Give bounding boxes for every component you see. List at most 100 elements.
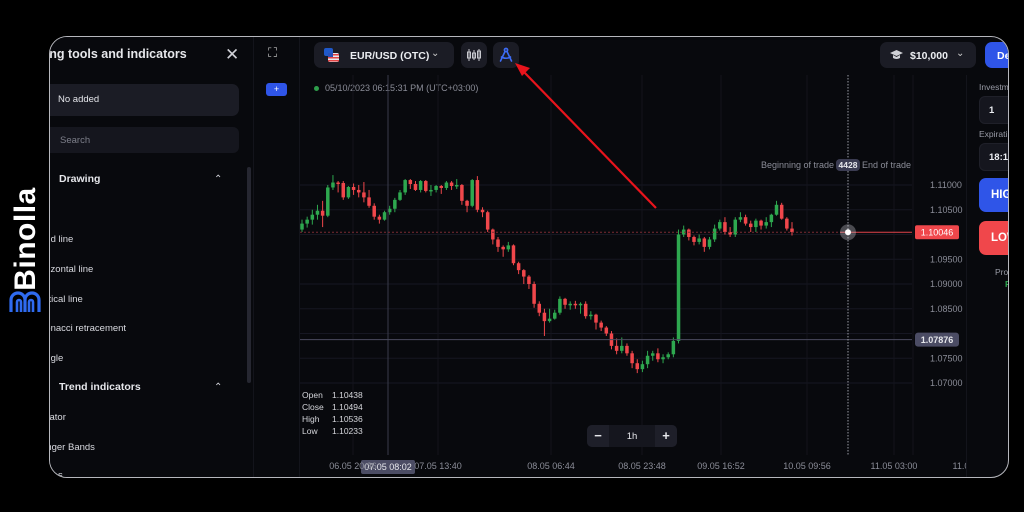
current-price-marker-dot [845,229,851,236]
candle-body [712,228,717,240]
drawing-tools-button[interactable] [493,42,519,68]
investment-input[interactable]: 1 [979,96,1008,124]
candle-body [439,185,444,188]
sidebar-scrollbar[interactable] [247,167,251,383]
candle [346,185,351,199]
candle [578,302,583,314]
indicators-sidebar: wing tools and indicators ✕ No added Sea… [50,37,253,477]
candle-body [480,209,485,213]
candle-body [516,263,521,271]
candle [537,301,542,317]
timeframe-increase-button[interactable]: + [655,425,677,447]
candle-body [403,180,407,193]
chevron-up-icon[interactable]: ⌃ [214,174,222,185]
sidebar-item-trend-line[interactable]: end line [50,234,73,245]
candle-body [424,181,428,191]
candle-body [444,182,449,188]
fullscreen-icon[interactable]: ⛶ [268,45,277,61]
candle [656,348,660,363]
ohlc-value: 1.10536 [332,414,363,424]
candle [692,235,696,246]
ohlc-key: Low [302,426,318,436]
candle-body [449,182,454,186]
candle [707,236,712,250]
candle [418,180,423,193]
x-tick-label: 10.05 09:56 [783,461,831,471]
ohlc-row: Open 1.10438 [302,389,363,401]
candle-body [754,220,758,228]
candle-body [650,353,655,356]
candle-body [759,220,763,226]
candle-body [547,318,552,322]
sidebar-item-vertical-line[interactable]: ertical line [50,294,83,305]
sidebar-item-envelopes[interactable]: lanes [50,470,63,477]
brand-strip: Binolla [0,0,50,512]
candle-body [568,303,572,306]
candle [305,216,309,228]
candle-body [692,236,696,242]
candle [444,181,449,190]
account-balance-selector[interactable]: $10,000 ⌄ [880,42,976,68]
candle-body [640,364,645,370]
higher-button[interactable]: HIG [979,178,1008,212]
ohlc-value: 1.10494 [332,402,363,412]
candle [403,179,407,195]
candle [650,350,655,361]
candles [300,175,794,374]
candle-body [707,239,712,247]
y-tick-label: 1.07500 [930,353,963,363]
timeframe-value[interactable]: 1h [609,431,655,442]
candle-body [501,246,505,250]
candle [687,228,691,241]
sidebar-item-bollinger[interactable]: llinger Bands [50,442,95,453]
candle-body [676,234,681,341]
timeframe-decrease-button[interactable]: − [587,425,609,447]
candle [491,228,495,245]
candle [640,360,645,373]
candle-body [310,214,315,220]
expiration-input[interactable]: 18:17 [979,143,1008,171]
chart-type-button[interactable] [461,42,487,68]
deposit-button[interactable]: De [985,42,1008,68]
balance-amount: $10,000 [910,50,948,62]
candle [320,200,325,228]
candle [558,296,562,315]
chevron-up-icon[interactable]: ⌃ [214,382,222,393]
sidebar-item-ray[interactable]: ay [50,204,51,215]
lower-label: LOW [991,232,1008,244]
candle-body [620,345,624,351]
candle [625,343,629,356]
price-chart[interactable]: Beginning of trade 4428 End of trade 1.1004… [300,75,966,477]
candle-body [382,212,387,220]
ohlc-readout: Open 1.10438 Close 1.10494 High 1.10536 Low… [302,389,363,437]
countdown-text: 4428 [839,160,858,170]
candle [382,210,387,221]
candle [599,320,603,332]
investment-value: 1 [989,105,995,116]
asset-selector[interactable]: EUR/USD (OTC) ⌄ [314,42,454,68]
sidebar-item-alligator[interactable]: ligator [50,412,66,423]
candle [738,212,743,223]
candle-body [465,200,469,206]
end-of-trade-label: End of trade [862,160,911,170]
candle-body [542,312,547,322]
candle-body [599,322,603,328]
sidebar-item-triangle[interactable]: angle [50,353,63,364]
candle [367,189,371,208]
candle [516,261,521,275]
candle-body [300,223,304,230]
tool-strip: ⛶ + [254,37,299,477]
sidebar-item-horizontal-line[interactable]: orizontal line [50,264,93,275]
candle [439,185,444,194]
candle-body [764,222,768,226]
chevron-down-icon: ⌄ [956,48,965,59]
candle-body [429,189,433,192]
search-input[interactable]: Search [50,127,239,153]
add-indicator-button[interactable]: + [266,83,287,96]
sidebar-item-fibonacci[interactable]: oonacci retracement [50,323,126,334]
close-icon[interactable]: ✕ [225,45,239,65]
candle-body [573,303,578,306]
candle [594,313,598,330]
lower-button[interactable]: LOW [979,221,1008,255]
candle-body [748,223,753,228]
